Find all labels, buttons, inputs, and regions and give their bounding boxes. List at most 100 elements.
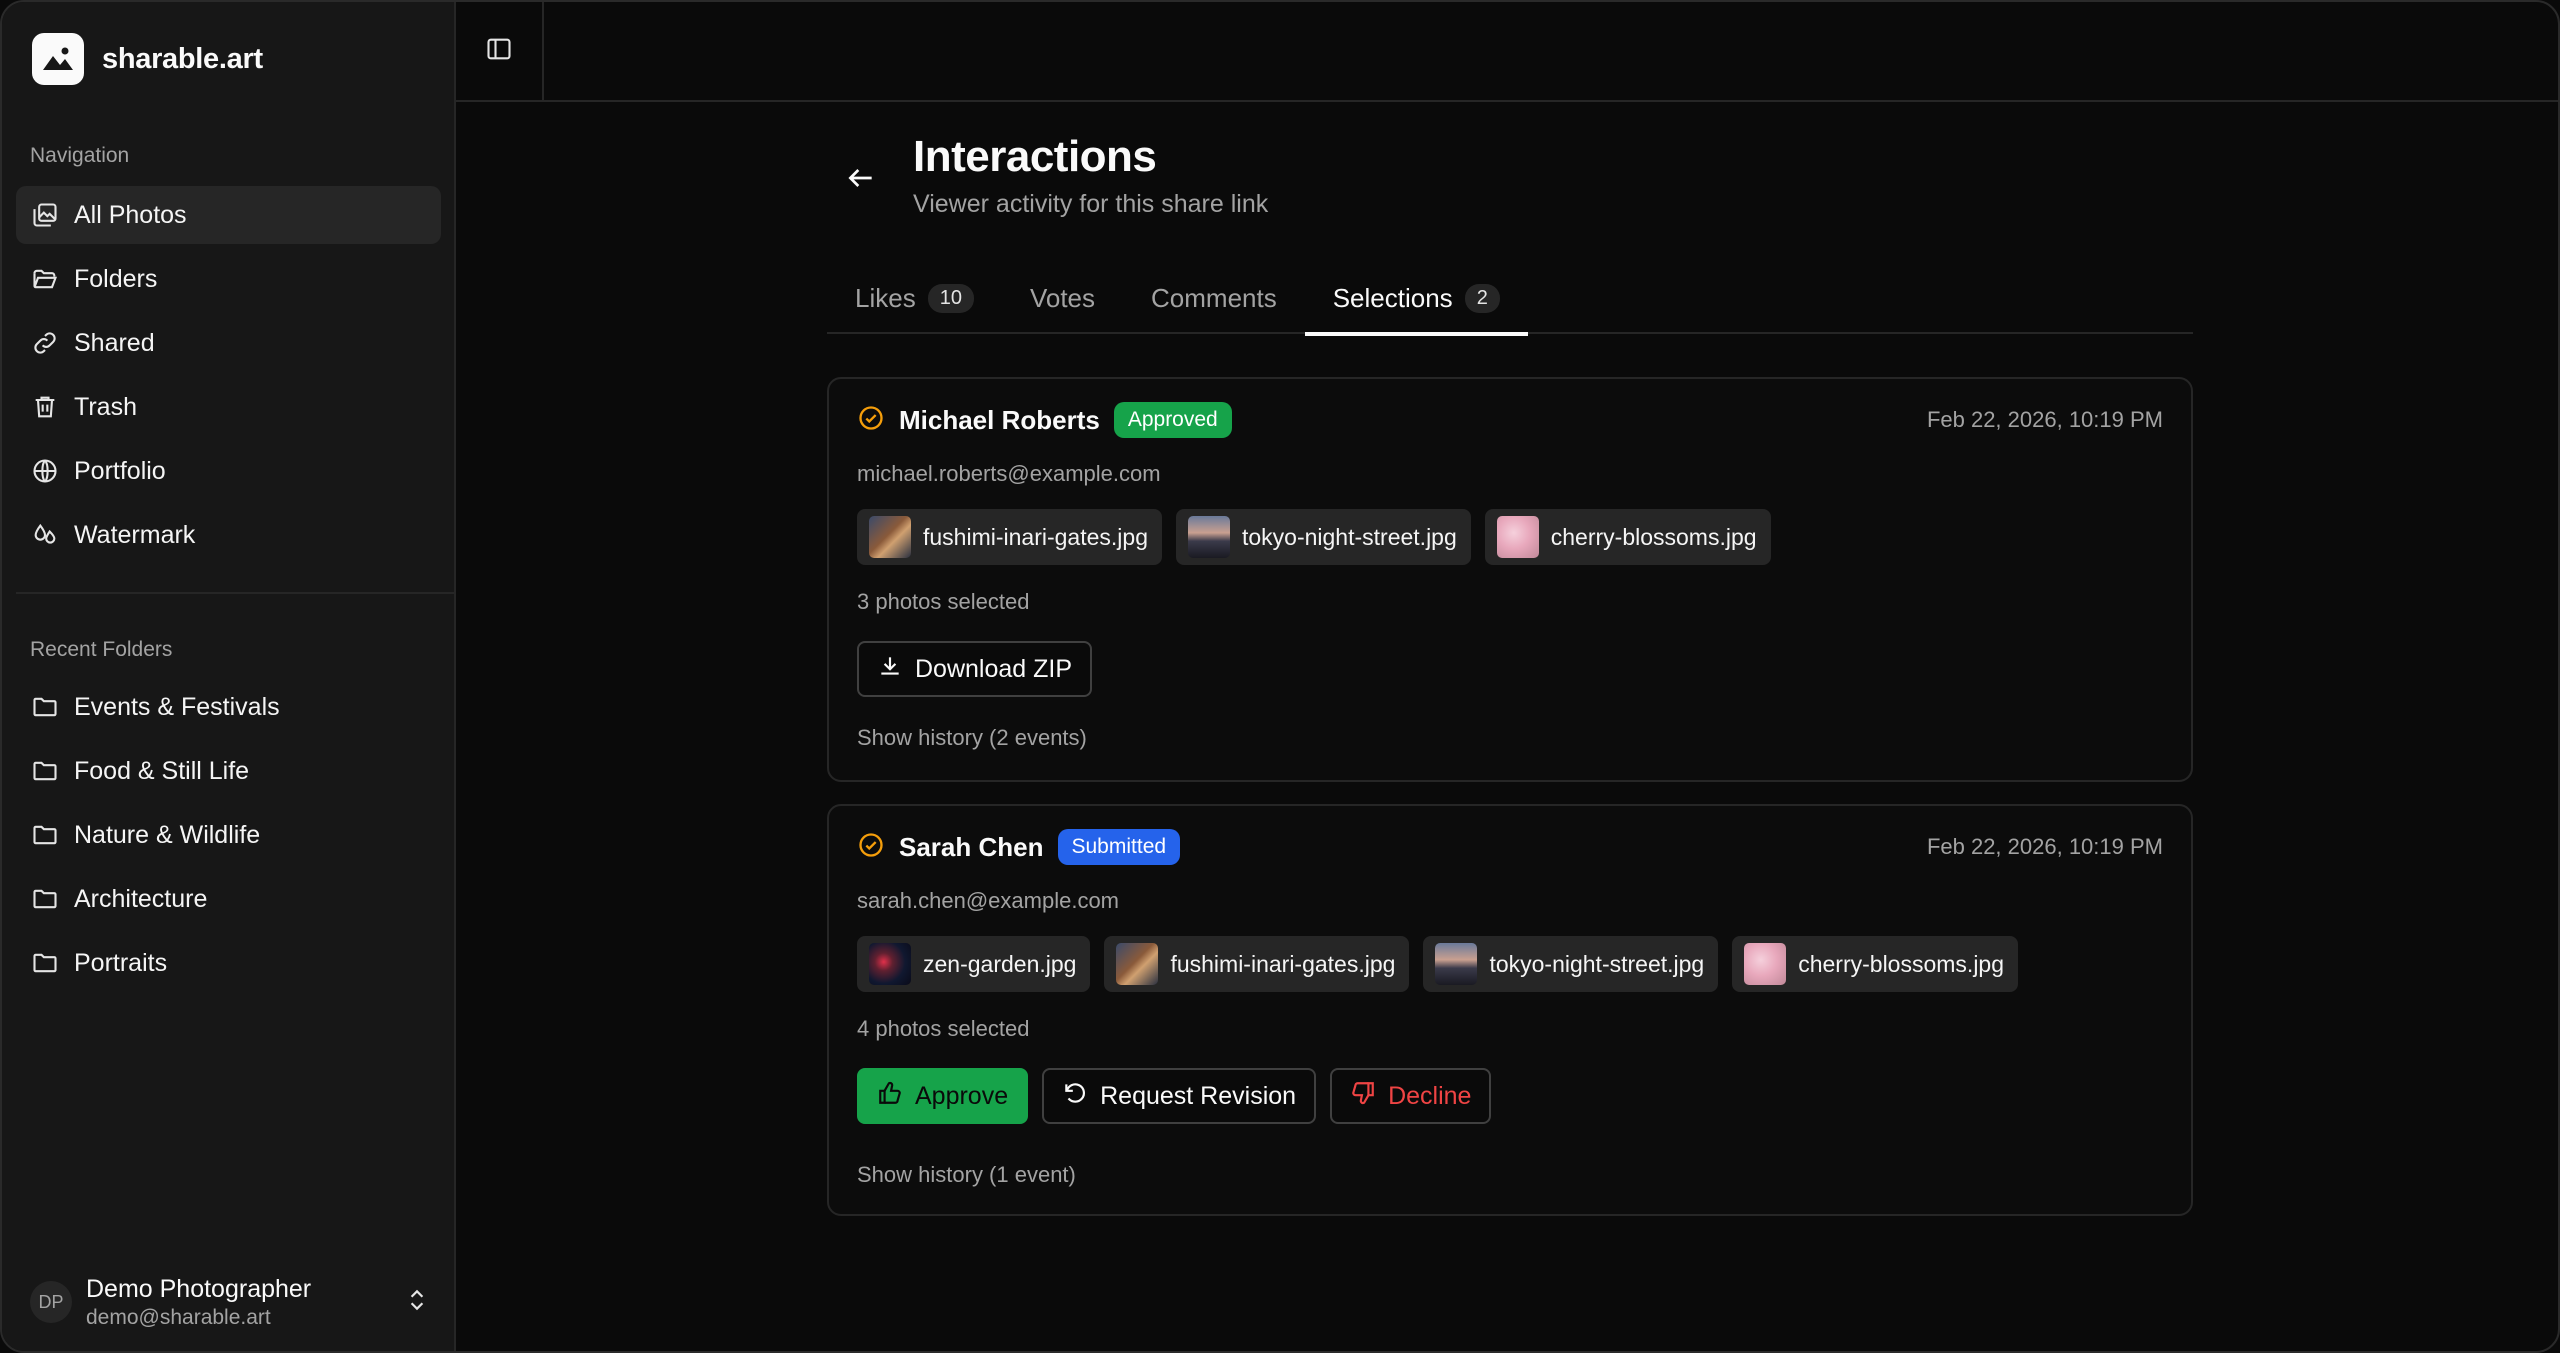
viewer-email: sarah.chen@example.com <box>857 888 1120 913</box>
folder-label: Architecture <box>74 884 208 913</box>
selected-count: 4 photos selected <box>857 1016 1030 1041</box>
app-window: sharable.art Navigation All Photos Folde… <box>0 0 2560 1353</box>
nav-item-label: All Photos <box>74 200 187 229</box>
nav-item-label: Folders <box>74 264 158 293</box>
photo-filename: cherry-blossoms.jpg <box>1550 523 1757 550</box>
photo-filename: zen-garden.jpg <box>923 950 1077 977</box>
panel-left-icon <box>485 35 513 68</box>
download-zip-button[interactable]: Download ZIP <box>857 641 1093 697</box>
viewer-name: Michael Roberts <box>899 404 1100 435</box>
photo-chip-list: fushimi-inari-gates.jpg tokyo-night-stre… <box>857 509 1771 565</box>
topbar <box>456 2 2558 102</box>
selection-date: Feb 22, 2026, 10:19 PM <box>1926 407 2163 432</box>
brand-name: sharable.art <box>102 42 263 75</box>
decline-button[interactable]: Decline <box>1330 1068 1492 1124</box>
sidebar-divider <box>16 592 456 594</box>
sidebar: sharable.art Navigation All Photos Folde… <box>2 2 456 1351</box>
tab-selections[interactable]: Selections 2 <box>1304 262 1528 336</box>
folder-open-icon <box>30 264 60 294</box>
photo-chip[interactable]: tokyo-night-street.jpg <box>1423 936 1719 992</box>
thumbs-up-icon <box>877 1080 903 1113</box>
sidebar-toggle-button[interactable] <box>456 2 544 100</box>
tab-comments[interactable]: Comments <box>1123 262 1305 334</box>
status-badge: Submitted <box>1057 829 1181 865</box>
chevrons-up-down-icon <box>404 1287 430 1318</box>
navigation-label: Navigation <box>30 144 130 167</box>
user-name: Demo Photographer <box>86 1274 312 1303</box>
recent-folder-food-still-life[interactable]: Food & Still Life <box>16 742 441 800</box>
photo-filename: tokyo-night-street.jpg <box>1489 950 1705 977</box>
trash-icon <box>30 392 60 422</box>
photo-thumbnail <box>1116 943 1159 985</box>
selection-card: Michael Roberts Approved Feb 22, 2026, 1… <box>827 377 2193 782</box>
selection-card: Sarah Chen Submitted Feb 22, 2026, 10:19… <box>827 804 2193 1216</box>
user-email: demo@sharable.art <box>86 1305 271 1329</box>
nav-list: All Photos Folders Shared Trash Portfoli… <box>16 186 441 570</box>
photo-chip[interactable]: tokyo-night-street.jpg <box>1175 509 1471 565</box>
tab-count-badge: 10 <box>927 283 974 313</box>
viewer-name: Sarah Chen <box>899 831 1044 862</box>
recent-folder-architecture[interactable]: Architecture <box>16 870 441 928</box>
nav-item-label: Trash <box>74 392 137 421</box>
button-label: Download ZIP <box>915 654 1073 683</box>
nav-item-watermark[interactable]: Watermark <box>16 506 441 564</box>
tab-likes[interactable]: Likes 10 <box>827 262 1002 334</box>
user-menu[interactable]: DP Demo Photographer demo@sharable.art <box>30 1271 430 1333</box>
status-badge: Approved <box>1113 402 1232 438</box>
approve-button[interactable]: Approve <box>857 1068 1029 1124</box>
tab-label: Selections <box>1332 282 1453 313</box>
image-logo-icon <box>32 33 84 85</box>
photo-thumbnail <box>869 943 911 985</box>
photo-filename: tokyo-night-street.jpg <box>1241 523 1457 550</box>
download-icon <box>877 653 903 686</box>
thumbs-down-icon <box>1350 1080 1376 1113</box>
tab-votes[interactable]: Votes <box>1002 262 1123 334</box>
user-text: Demo Photographer demo@sharable.art <box>86 1275 390 1330</box>
selection-card-header: Michael Roberts Approved <box>857 399 1232 441</box>
nav-item-folders[interactable]: Folders <box>16 250 441 308</box>
back-button[interactable] <box>841 160 881 200</box>
photo-thumbnail <box>1435 943 1478 985</box>
button-label: Request Revision <box>1100 1081 1297 1110</box>
recent-folder-portraits[interactable]: Portraits <box>16 934 441 992</box>
recent-folders-list: Events & Festivals Food & Still Life Nat… <box>16 678 441 998</box>
nav-item-shared[interactable]: Shared <box>16 314 441 372</box>
show-history-link[interactable]: Show history (1 event) <box>857 1162 1076 1188</box>
link-icon <box>30 328 60 358</box>
selection-card-header: Sarah Chen Submitted <box>857 826 1181 868</box>
selection-actions: Approve Request Revision Decline <box>857 1068 1492 1124</box>
selection-date: Feb 22, 2026, 10:19 PM <box>1926 834 2163 859</box>
nav-item-all-photos[interactable]: All Photos <box>16 186 441 244</box>
button-label: Decline <box>1388 1081 1472 1110</box>
recent-folder-events-festivals[interactable]: Events & Festivals <box>16 678 441 736</box>
page-subtitle: Viewer activity for this share link <box>913 190 1269 218</box>
photo-thumbnail <box>1744 943 1787 985</box>
recent-folder-nature-wildlife[interactable]: Nature & Wildlife <box>16 806 441 864</box>
folder-label: Events & Festivals <box>74 692 280 721</box>
show-history-link[interactable]: Show history (2 events) <box>857 725 1087 751</box>
selected-count: 3 photos selected <box>857 589 1030 614</box>
photo-thumbnail <box>1187 516 1230 558</box>
photo-chip-list: zen-garden.jpg fushimi-inari-gates.jpg t… <box>857 936 2019 992</box>
nav-item-label: Watermark <box>74 520 196 549</box>
request-revision-button[interactable]: Request Revision <box>1042 1068 1317 1124</box>
photo-chip[interactable]: fushimi-inari-gates.jpg <box>1104 936 1410 992</box>
folder-icon <box>30 820 60 850</box>
arrow-left-icon <box>845 162 877 199</box>
nav-item-portfolio[interactable]: Portfolio <box>16 442 441 500</box>
folder-label: Portraits <box>74 948 168 977</box>
photo-chip[interactable]: cherry-blossoms.jpg <box>1732 936 2019 992</box>
photo-thumbnail <box>869 516 911 558</box>
brand[interactable]: sharable.art <box>32 32 263 86</box>
tab-label: Likes <box>855 282 916 313</box>
recent-folders-label: Recent Folders <box>30 638 173 661</box>
avatar: DP <box>30 1281 72 1323</box>
photo-filename: fushimi-inari-gates.jpg <box>923 523 1148 550</box>
photo-chip[interactable]: cherry-blossoms.jpg <box>1484 509 1771 565</box>
photo-chip[interactable]: zen-garden.jpg <box>857 936 1091 992</box>
folder-icon <box>30 692 60 722</box>
photos-icon <box>30 200 60 230</box>
photo-chip[interactable]: fushimi-inari-gates.jpg <box>857 509 1162 565</box>
nav-item-label: Portfolio <box>74 456 166 485</box>
nav-item-trash[interactable]: Trash <box>16 378 441 436</box>
